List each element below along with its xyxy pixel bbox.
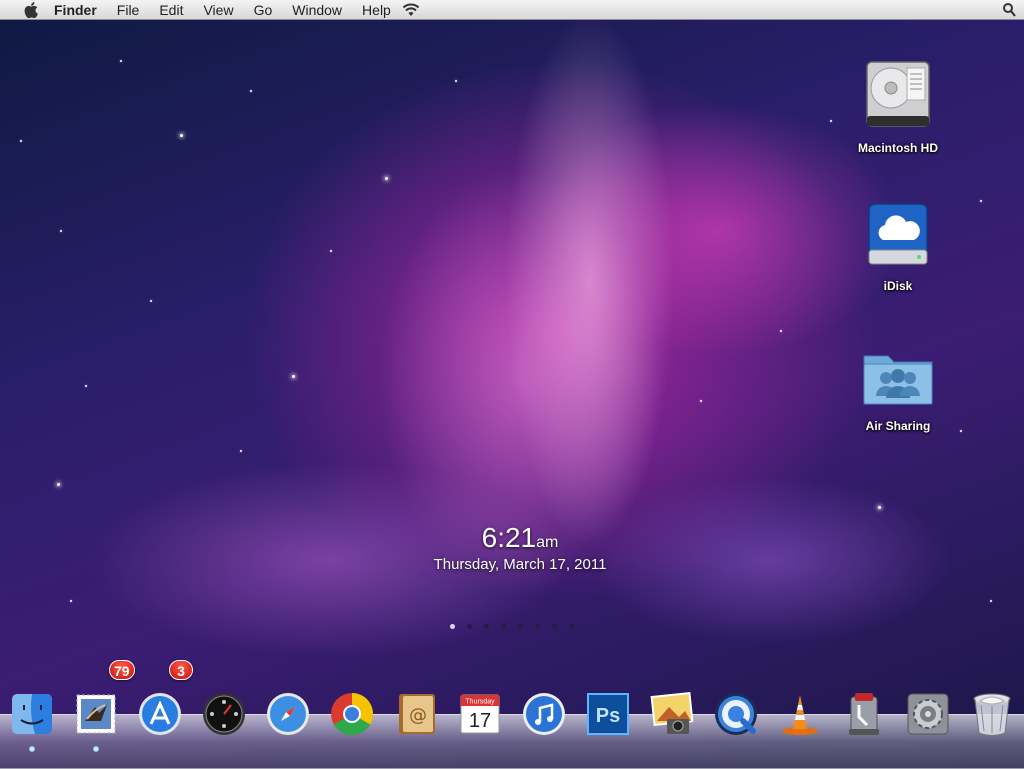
star	[85, 385, 87, 387]
star	[240, 450, 242, 452]
dock-item-ical[interactable]: Thursday 17	[455, 686, 505, 742]
safari-icon	[267, 693, 309, 735]
app-store-updates-badge: 3	[169, 660, 193, 680]
menu-app-finder[interactable]: Finder	[42, 0, 107, 20]
time-machine-icon	[849, 693, 879, 735]
star	[70, 600, 72, 602]
desktop[interactable]: Macintosh HD iDisk Air Sharing 6:21am Th…	[0, 0, 1024, 768]
star	[180, 134, 183, 137]
running-indicator	[93, 746, 99, 752]
dock-item-address-book[interactable]: @	[391, 686, 441, 742]
star	[385, 177, 388, 180]
shared-folder-icon	[863, 355, 933, 405]
page-dot[interactable]	[552, 624, 557, 629]
system-preferences-icon	[907, 693, 949, 735]
clock-ampm: am	[536, 534, 559, 551]
dock-item-finder[interactable]	[7, 686, 57, 752]
running-indicator	[29, 746, 35, 752]
idisk-icon	[868, 203, 928, 265]
star	[60, 230, 62, 232]
iphoto-icon	[650, 691, 694, 734]
wifi-icon[interactable]	[401, 2, 421, 18]
app-store-icon	[139, 693, 181, 735]
address-book-icon: @	[399, 694, 435, 734]
dock-item-quicktime[interactable]	[711, 686, 761, 742]
photoshop-label: Ps	[596, 705, 620, 727]
star	[250, 90, 252, 92]
clock-time: 6:21	[481, 522, 537, 553]
dock-item-system-preferences[interactable]	[903, 686, 953, 742]
page-dot[interactable]	[467, 624, 472, 629]
star	[330, 250, 332, 252]
chrome-icon	[331, 693, 374, 736]
menu-help[interactable]: Help	[352, 0, 401, 20]
dock-item-mail[interactable]: 79	[71, 660, 135, 752]
page-dot[interactable]	[569, 624, 574, 629]
menu-file[interactable]: File	[107, 0, 150, 20]
menu-bar: Finder File Edit View Go Window Help	[0, 0, 1024, 20]
desktop-icon-label: Air Sharing	[865, 419, 931, 433]
apple-menu-icon[interactable]	[20, 0, 42, 20]
calendar-icon: Thursday 17	[460, 694, 500, 734]
desktop-icon-label: iDisk	[883, 279, 913, 293]
page-dot[interactable]	[484, 624, 489, 629]
dock-item-itunes[interactable]	[519, 686, 569, 742]
star	[830, 120, 832, 122]
trash-icon	[973, 693, 1011, 736]
dock-item-photoshop[interactable]: Ps	[583, 686, 633, 742]
star	[990, 600, 992, 602]
clock-date: Thursday, March 17, 2011	[433, 556, 607, 573]
dock-item-time-machine[interactable]	[839, 686, 889, 742]
finder-icon	[12, 694, 52, 734]
star	[120, 60, 122, 62]
calendar-month: Thursday	[465, 699, 495, 706]
desktop-icon-air-sharing[interactable]: Air Sharing	[848, 344, 948, 433]
star	[292, 375, 295, 378]
menu-go[interactable]: Go	[244, 0, 283, 20]
menu-edit[interactable]: Edit	[149, 0, 193, 20]
page-dot[interactable]	[501, 624, 506, 629]
quicktime-icon	[715, 693, 757, 735]
star	[780, 330, 782, 332]
clock-widget: 6:21am Thursday, March 17, 2011	[380, 522, 660, 573]
star	[700, 400, 702, 402]
menu-view[interactable]: View	[193, 0, 243, 20]
star	[980, 200, 982, 202]
desktop-icon-macintosh-hd[interactable]: Macintosh HD	[848, 58, 948, 155]
star	[878, 506, 881, 509]
dock-item-safari[interactable]	[263, 686, 313, 742]
star	[150, 300, 152, 302]
star	[57, 483, 60, 486]
calendar-day: 17	[469, 710, 491, 732]
dock-item-trash[interactable]	[967, 686, 1017, 742]
dock-item-chrome[interactable]	[327, 686, 377, 742]
photoshop-icon: Ps	[587, 693, 629, 735]
mail-unread-badge: 79	[109, 660, 135, 680]
dock-item-app-store[interactable]: 3	[135, 660, 193, 742]
dock-item-vlc[interactable]	[775, 686, 825, 742]
dashboard-icon	[203, 693, 245, 735]
page-dot[interactable]	[518, 624, 523, 629]
page-dot[interactable]	[535, 624, 540, 629]
dock-item-iphoto[interactable]	[647, 686, 697, 742]
desktop-icon-label: Macintosh HD	[857, 141, 938, 155]
star	[455, 80, 457, 82]
star	[20, 140, 22, 142]
dock-item-dashboard[interactable]	[199, 686, 249, 742]
mail-icon	[76, 694, 116, 734]
hard-drive-icon	[866, 61, 930, 127]
svg-text:@: @	[409, 705, 427, 726]
vlc-icon	[782, 695, 818, 735]
itunes-icon	[523, 693, 565, 735]
page-indicator[interactable]	[450, 624, 574, 629]
desktop-icon-idisk[interactable]: iDisk	[848, 200, 948, 293]
spotlight-search-icon[interactable]	[1002, 2, 1016, 18]
star	[960, 430, 962, 432]
menu-window[interactable]: Window	[282, 0, 352, 20]
dock: 79 3 @ Thursday 17 Ps	[0, 660, 1024, 752]
page-dot[interactable]	[450, 624, 455, 629]
